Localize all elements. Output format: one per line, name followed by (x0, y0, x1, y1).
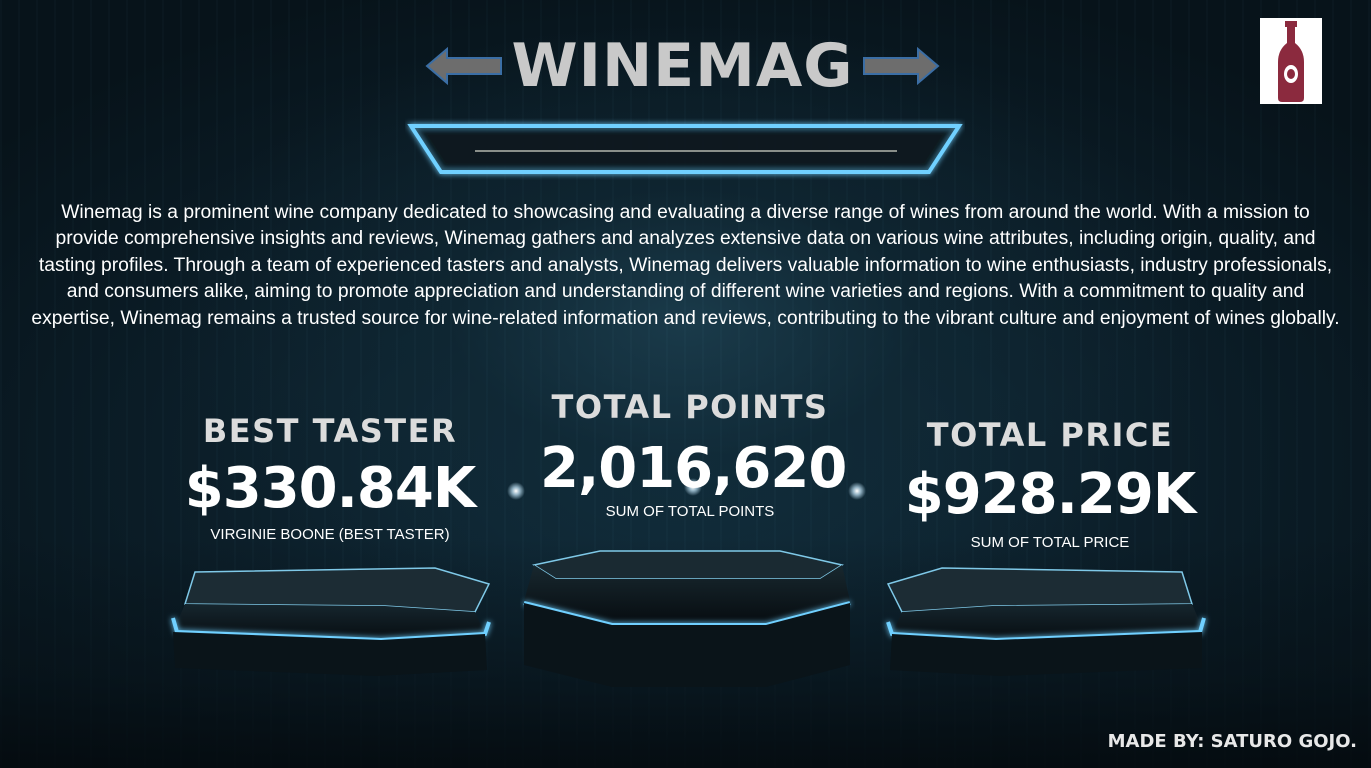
kpi-total-points-heading: TOTAL POINTS (551, 388, 829, 426)
dashboard-page: WINEMAG Winemag is a prominent wine comp… (0, 0, 1371, 768)
author-credit: MADE BY: SATURO GOJO. (1107, 731, 1357, 752)
kpi-best-taster-caption: VIRGINIE BOONE (BEST TASTER) (210, 526, 450, 543)
kpi-total-points-value: 2,016,620 (540, 436, 847, 501)
podium-right (886, 567, 1206, 676)
kpi-total-price-value: $928.29K (904, 462, 1196, 527)
kpi-total-points-caption: SUM OF TOTAL POINTS (605, 503, 775, 520)
arrow-right-icon (863, 46, 940, 86)
podium-center (523, 550, 851, 687)
sparkle-right (848, 482, 866, 500)
title-banner: WINEMAG (425, 30, 940, 105)
page-title: WINEMAG (511, 31, 854, 101)
podium-left (171, 567, 491, 676)
kpi-best-taster-value: $330.84K (184, 456, 476, 521)
kpi-best-taster-heading: BEST TASTER (202, 412, 458, 450)
kpi-total-points: TOTAL POINTS 2,016,620 SUM OF TOTAL POIN… (540, 386, 847, 523)
arrow-left-icon (425, 46, 502, 86)
kpi-total-price: TOTAL PRICE $928.29K SUM OF TOTAL PRICE (896, 414, 1204, 554)
wine-bottle-icon (1278, 21, 1304, 102)
kpi-total-price-caption: SUM OF TOTAL PRICE (970, 534, 1130, 551)
company-description: Winemag is a prominent wine company dedi… (31, 202, 1340, 329)
neon-frame-decoration (407, 124, 963, 174)
wine-logo (1260, 18, 1322, 104)
sparkle-left (507, 482, 525, 500)
kpi-best-taster: BEST TASTER $330.84K VIRGINIE BOONE (BES… (180, 410, 480, 546)
kpi-total-price-heading: TOTAL PRICE (926, 416, 1174, 454)
